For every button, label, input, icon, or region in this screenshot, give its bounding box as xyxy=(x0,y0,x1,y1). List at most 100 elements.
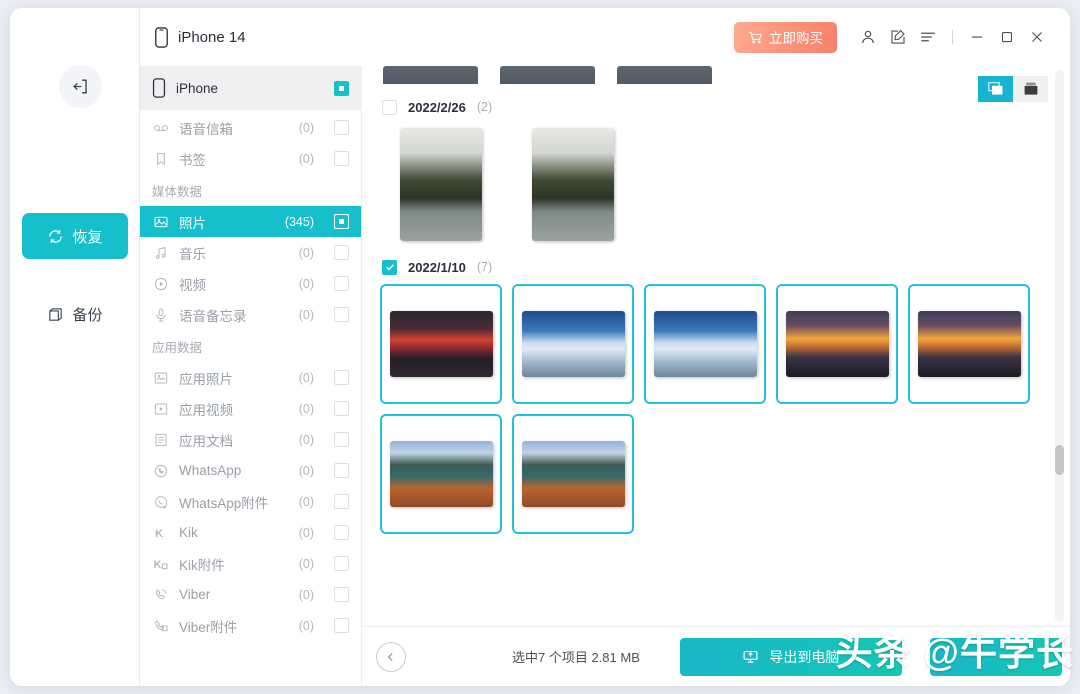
sidebar-item-checkbox[interactable] xyxy=(334,525,349,540)
mic-icon xyxy=(153,307,169,323)
sidebar-item-照片[interactable]: 照片(345) xyxy=(140,206,361,237)
photo-scroll-region[interactable]: 2022/2/26(2)2022/1/10(7) xyxy=(362,66,1070,626)
video-icon-wrap xyxy=(152,276,169,292)
sidebar-item-checkbox[interactable] xyxy=(334,618,349,633)
sidebar-item-label: 应用视频 xyxy=(179,399,289,419)
date-group-header: 2022/2/26(2) xyxy=(372,90,1046,124)
sidebar-item-checkbox[interactable] xyxy=(334,587,349,602)
photo-card[interactable] xyxy=(512,124,634,244)
photo-card[interactable] xyxy=(512,414,634,534)
sidebar-item-label: 音乐 xyxy=(179,243,289,263)
sidebar-item-checkbox[interactable] xyxy=(334,151,349,166)
kik-attachment-icon: K xyxy=(153,556,169,572)
sidebar-item-应用照片[interactable]: 应用照片(0) xyxy=(140,362,361,393)
sidebar-item-viber附件[interactable]: Viber附件(0) xyxy=(140,610,361,641)
voicemail-icon-wrap xyxy=(152,120,169,136)
sidebar-item-restore[interactable]: 恢复 xyxy=(22,213,128,259)
check-icon xyxy=(385,262,395,272)
cyclist-photo xyxy=(532,128,614,241)
left-rail: 恢复 备份 xyxy=(10,8,140,686)
maximize-icon xyxy=(998,28,1016,46)
device-view-button[interactable] xyxy=(1013,76,1048,102)
sidebar-device-header[interactable]: iPhone xyxy=(140,66,361,110)
device-checkbox[interactable] xyxy=(334,81,349,96)
sidebar-item-checkbox[interactable] xyxy=(334,214,349,229)
photo-card[interactable] xyxy=(380,414,502,534)
sidebar-item-whatsapp[interactable]: WhatsApp(0) xyxy=(140,455,361,486)
sidebar-item-音乐[interactable]: 音乐(0) xyxy=(140,237,361,268)
sidebar-item-checkbox[interactable] xyxy=(334,120,349,135)
date-label: 2022/1/10 xyxy=(408,260,466,275)
sidebar-item-书签[interactable]: 书签(0) xyxy=(140,143,361,174)
whatsapp-attachment-icon xyxy=(153,494,169,510)
sidebar-item-语音信箱[interactable]: 语音信箱(0) xyxy=(140,112,361,143)
back-arrow-icon xyxy=(71,77,90,96)
sidebar-item-checkbox[interactable] xyxy=(334,494,349,509)
sidebar-item-checkbox[interactable] xyxy=(334,276,349,291)
feedback-button[interactable] xyxy=(883,22,913,52)
buy-now-button[interactable]: 立即购买 xyxy=(734,22,837,53)
photo-card[interactable] xyxy=(776,284,898,404)
sidebar-item-label: Kik附件 xyxy=(179,554,289,574)
sidebar-item-kik附件[interactable]: KKik附件(0) xyxy=(140,548,361,579)
export-to-computer-button[interactable]: 导出到电脑 xyxy=(680,638,902,676)
selection-summary: 选中7 个项目 2.81 MB xyxy=(512,647,640,666)
sidebar-item-count: (345) xyxy=(285,215,314,229)
vertical-scrollbar[interactable] xyxy=(1055,70,1064,622)
sidebar-item-backup[interactable]: 备份 xyxy=(22,296,128,332)
photo-card[interactable] xyxy=(908,284,1030,404)
sidebar-item-whatsapp附件[interactable]: WhatsApp附件(0) xyxy=(140,486,361,517)
sidebar-item-应用文档[interactable]: 应用文档(0) xyxy=(140,424,361,455)
menu-button[interactable] xyxy=(913,22,943,52)
close-button[interactable] xyxy=(1022,22,1052,52)
photo-thumbnail[interactable] xyxy=(617,66,712,84)
sidebar-item-checkbox[interactable] xyxy=(334,401,349,416)
sidebar-item-viber[interactable]: Viber(0) xyxy=(140,579,361,610)
category-list: 语音信箱(0)书签(0)媒体数据照片(345)音乐(0)视频(0)语音备忘录(0… xyxy=(140,110,361,686)
maximize-button[interactable] xyxy=(992,22,1022,52)
minimize-icon xyxy=(968,28,986,46)
cyclist-photo xyxy=(400,128,482,241)
sidebar-item-checkbox[interactable] xyxy=(334,370,349,385)
photo-card[interactable] xyxy=(644,284,766,404)
minimize-button[interactable] xyxy=(962,22,992,52)
sidebar-item-count: (0) xyxy=(299,152,314,166)
sidebar-item-checkbox[interactable] xyxy=(334,556,349,571)
sidebar-item-语音备忘录[interactable]: 语音备忘录(0) xyxy=(140,299,361,330)
scrollbar-thumb[interactable] xyxy=(1055,445,1064,475)
sidebar-item-checkbox[interactable] xyxy=(334,463,349,478)
title-bar: iPhone 14 立即购买 xyxy=(140,8,1070,66)
application-window: 恢复 备份 iPhone 14 立即购 xyxy=(10,8,1070,686)
photo-thumbnail[interactable] xyxy=(500,66,595,84)
sidebar-item-label: 语音备忘录 xyxy=(179,305,289,325)
mountain-lake-photo xyxy=(522,441,625,507)
sidebar-item-checkbox[interactable] xyxy=(334,307,349,322)
previous-page-button[interactable] xyxy=(376,642,406,672)
date-group-checkbox[interactable] xyxy=(382,100,397,115)
sidebar-item-count: (0) xyxy=(299,619,314,633)
sidebar-item-kik[interactable]: KKik(0) xyxy=(140,517,361,548)
sidebar-item-label: 语音信箱 xyxy=(179,118,289,138)
back-button[interactable] xyxy=(59,65,102,108)
photo-thumbnail[interactable] xyxy=(383,66,478,84)
refresh-icon xyxy=(47,228,64,245)
sidebar-item-label: 视频 xyxy=(179,274,289,294)
kik-icon-wrap: K xyxy=(152,525,169,541)
photo-grid xyxy=(372,124,1046,244)
svg-text:K: K xyxy=(153,559,161,571)
photo-card[interactable] xyxy=(380,284,502,404)
grid-view-button[interactable] xyxy=(978,76,1013,102)
chevron-left-icon xyxy=(384,650,398,664)
secondary-action-button[interactable] xyxy=(930,638,1062,676)
photo-card[interactable] xyxy=(380,124,502,244)
photo-card[interactable] xyxy=(512,284,634,404)
date-group-checkbox[interactable] xyxy=(382,260,397,275)
category-sidebar: iPhone 语音信箱(0)书签(0)媒体数据照片(345)音乐(0)视频(0)… xyxy=(140,66,362,686)
sidebar-item-checkbox[interactable] xyxy=(334,432,349,447)
sidebar-item-checkbox[interactable] xyxy=(334,245,349,260)
menu-icon xyxy=(919,28,937,46)
sidebar-item-视频[interactable]: 视频(0) xyxy=(140,268,361,299)
account-button[interactable] xyxy=(853,22,883,52)
sidebar-item-应用视频[interactable]: 应用视频(0) xyxy=(140,393,361,424)
close-icon xyxy=(1028,28,1046,46)
